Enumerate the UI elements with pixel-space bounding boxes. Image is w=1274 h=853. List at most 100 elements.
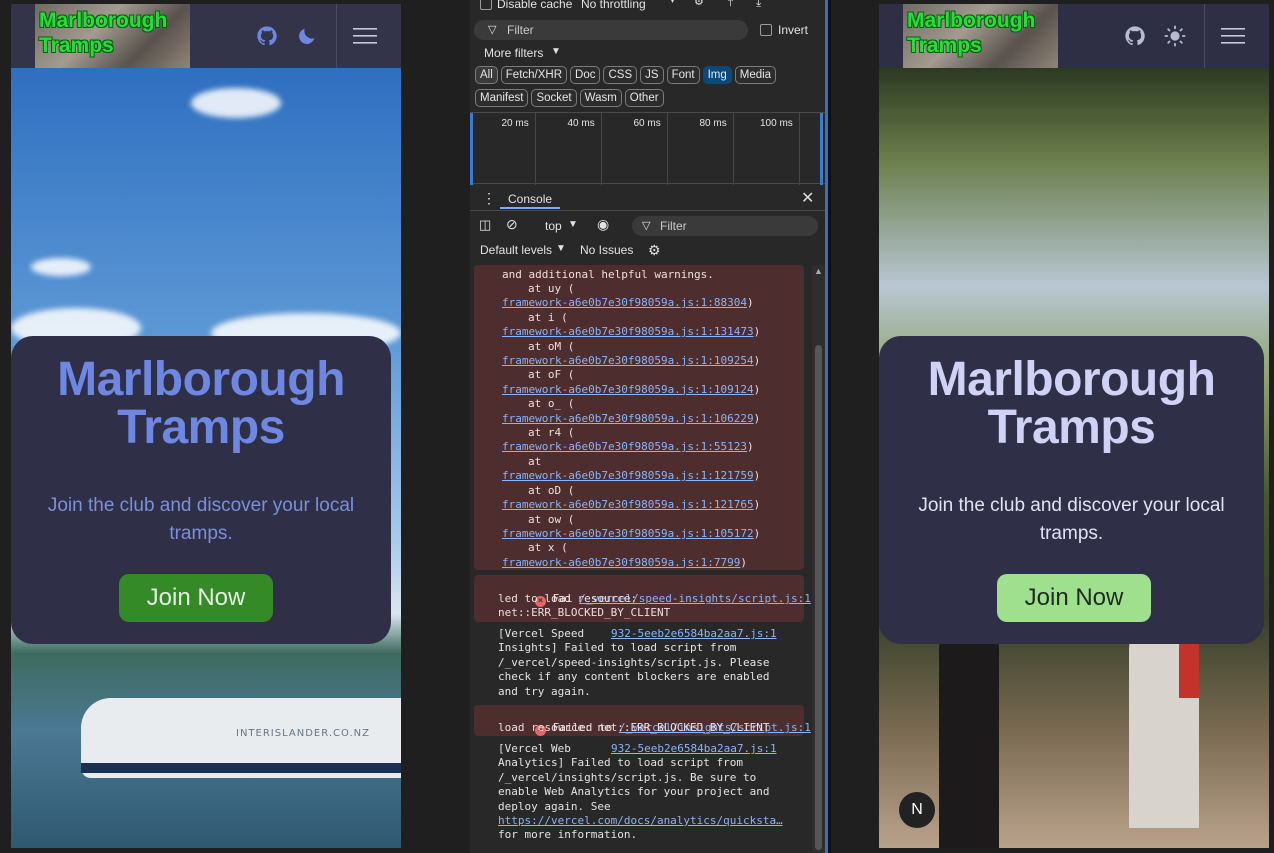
join-now-button[interactable]: Join Now [119, 574, 273, 622]
active-tab-indicator [500, 207, 560, 209]
issues-counter[interactable]: No Issues [580, 243, 633, 257]
clear-console-icon[interactable]: ⊘ [506, 216, 518, 233]
throttling-select[interactable]: No throttling [581, 0, 646, 11]
scrollbar-thumb[interactable] [815, 345, 822, 850]
message-line: [Vercel Web [498, 742, 571, 755]
console-scrollbar[interactable]: ▲ [812, 265, 825, 853]
trace-frame-location: framework-a6e0b7e30f98059a.js:1:55123) [502, 440, 754, 454]
filter-chip-doc[interactable]: Doc [570, 66, 601, 84]
error-message-speed-insights: × Fai /_vercel/speed-insights/script.js:… [474, 575, 824, 622]
timeline-label: 100 ms [760, 118, 793, 129]
github-icon[interactable] [256, 25, 278, 47]
timeline-label: 60 ms [633, 118, 661, 129]
join-now-button[interactable]: Join Now [997, 574, 1151, 622]
resource-type-chips: All Fetch/XHR Doc CSS JS Font Img Media [475, 66, 825, 84]
nextjs-dev-indicator[interactable]: N [899, 792, 935, 828]
filter-chip-manifest[interactable]: Manifest [475, 89, 529, 107]
trace-frame-fn: at ow ( [528, 512, 575, 526]
logo-text: Marlborough Tramps [39, 9, 168, 57]
filter-chip-media[interactable]: Media [734, 66, 777, 84]
message-line: check if any content blockers are enable… [498, 670, 770, 684]
console-settings-gear-icon[interactable]: ⚙ [648, 242, 661, 259]
kebab-menu-icon[interactable]: ⋮ [482, 190, 496, 207]
scroll-up-arrow-icon[interactable]: ▲ [814, 266, 823, 276]
header-divider [1204, 4, 1205, 68]
site-header: Marlborough Tramps [11, 4, 401, 68]
export-har-icon[interactable]: ⤓ [756, 0, 761, 10]
hamburger-menu-icon[interactable] [353, 28, 377, 44]
cloud [31, 258, 91, 276]
hamburger-menu-icon[interactable] [1221, 28, 1245, 44]
trace-frame-location: framework-a6e0b7e30f98059a.js:1:121759) [502, 469, 761, 483]
trace-frame-link[interactable]: framework-a6e0b7e30f98059a.js:1:7799 [502, 556, 740, 569]
trace-frame-location: framework-a6e0b7e30f98059a.js:1:88304) [502, 296, 754, 310]
site-logo[interactable]: Marlborough Tramps [903, 4, 1058, 68]
filter-placeholder: Filter [660, 219, 687, 233]
site-logo[interactable]: Marlborough Tramps [35, 4, 190, 68]
chevron-down-icon[interactable]: ▼ [551, 46, 561, 57]
moon-icon[interactable] [296, 25, 318, 47]
trace-frame-link[interactable]: framework-a6e0b7e30f98059a.js:1:105172 [502, 527, 754, 540]
filter-chip-css[interactable]: CSS [603, 66, 638, 84]
timeline-start-marker[interactable] [470, 113, 473, 185]
filter-chip-other[interactable]: Other [624, 89, 664, 107]
live-expression-eye-icon[interactable]: ◉ [597, 216, 609, 233]
filter-chip-img[interactable]: Img [702, 66, 732, 84]
chevron-down-icon[interactable]: ▼ [556, 243, 566, 254]
trace-frame-link[interactable]: framework-a6e0b7e30f98059a.js:1:106229 [502, 412, 754, 425]
trace-frame-link[interactable]: framework-a6e0b7e30f98059a.js:1:55123 [502, 440, 747, 453]
message-line: /_vercel/speed-insights/script.js. Pleas… [498, 655, 770, 669]
default-levels-dropdown[interactable]: Default levels [480, 243, 552, 257]
error-line-2: load resource: net::ERR_BLOCKED_BY_CLIEN… [498, 721, 770, 734]
trace-frame-link[interactable]: framework-a6e0b7e30f98059a.js:1:131473 [502, 325, 754, 338]
timeline-end-marker[interactable] [820, 113, 823, 185]
trace-frame-location: framework-a6e0b7e30f98059a.js:1:109124) [502, 382, 761, 396]
more-filters-dropdown[interactable]: More filters [484, 46, 543, 60]
network-conditions-icon[interactable]: ⚙ [694, 0, 704, 8]
ferry-label: INTERISLANDER.CO.NZ [236, 728, 370, 739]
github-icon[interactable] [1124, 25, 1146, 47]
filter-chip-fetch-xhr[interactable]: Fetch/XHR [500, 66, 568, 84]
filter-chip-all[interactable]: All [475, 66, 498, 84]
trace-frame-location: framework-a6e0b7e30f98059a.js:1:131473) [502, 325, 761, 339]
message-tail: for more information. [498, 828, 638, 841]
disable-cache-checkbox[interactable] [480, 0, 492, 10]
devtools-panel: Disable cache No throttling ▾ ⚙ ⤒ ⤓ ▽ Fi… [470, 0, 825, 853]
filter-chip-wasm[interactable]: Wasm [579, 89, 622, 107]
message-line: deploy again. See [498, 799, 611, 813]
trace-frame-fn: at oD ( [528, 483, 575, 497]
message-line: Insights] Failed to load script from [498, 641, 737, 655]
trace-frame-link[interactable]: framework-a6e0b7e30f98059a.js:1:109254 [502, 354, 754, 367]
trace-frame-fn: at uy ( [528, 282, 575, 295]
tab-console[interactable]: Console [508, 192, 552, 206]
import-har-icon[interactable]: ⤒ [728, 0, 733, 10]
trace-frame-location: framework-a6e0b7e30f98059a.js:1:106229) [502, 411, 761, 425]
pane-divider[interactable] [828, 0, 831, 853]
timeline-label: 40 ms [567, 118, 595, 129]
invert-checkbox[interactable] [760, 24, 772, 36]
trace-frame-link[interactable]: framework-a6e0b7e30f98059a.js:1:109124 [502, 383, 754, 396]
filter-chip-font[interactable]: Font [666, 66, 700, 84]
red-backpack [1179, 638, 1199, 698]
filter-chip-js[interactable]: JS [640, 66, 664, 84]
trace-frame-link[interactable]: framework-a6e0b7e30f98059a.js:1:88304 [502, 296, 747, 309]
trace-frame-link[interactable]: framework-a6e0b7e30f98059a.js:1:121765 [502, 498, 754, 511]
trace-frame-fn: at x ( [528, 541, 568, 555]
trace-frame-location: framework-a6e0b7e30f98059a.js:1:7799) [502, 555, 748, 569]
chevron-down-icon[interactable]: ▼ [568, 219, 578, 230]
timeline-gridline [799, 113, 800, 185]
context-select[interactable]: top [545, 219, 562, 233]
mobile-preview-right: Marlborough Tramps Marlborough Tramps Jo… [879, 4, 1269, 848]
chevron-down-icon[interactable]: ▾ [670, 0, 675, 6]
timeline-gridline [667, 113, 668, 185]
hero-card: Marlborough Tramps Join the club and dis… [11, 336, 391, 644]
disable-cache-label: Disable cache [497, 0, 573, 11]
close-drawer-icon[interactable]: ✕ [801, 188, 814, 208]
sun-icon[interactable] [1164, 25, 1186, 47]
filter-chip-socket[interactable]: Socket [531, 89, 577, 107]
network-filter-input[interactable]: ▽ Filter [474, 20, 748, 40]
trace-frame-link[interactable]: framework-a6e0b7e30f98059a.js:1:121759 [502, 469, 754, 482]
console-filter-input[interactable]: ▽ Filter [632, 216, 818, 236]
docs-link[interactable]: https://vercel.com/docs/analytics/quicks… [498, 814, 783, 828]
sidebar-toggle-icon[interactable]: ◫ [479, 217, 491, 233]
